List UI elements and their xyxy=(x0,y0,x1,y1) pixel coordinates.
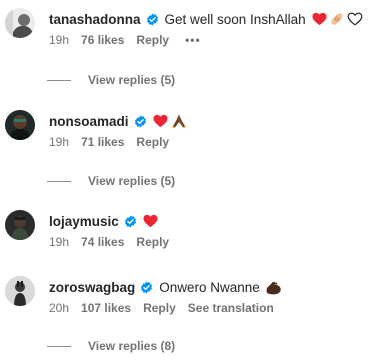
comment-username[interactable]: zoroswagbag xyxy=(49,280,135,295)
avatar[interactable] xyxy=(5,110,35,140)
comment-username[interactable]: lojaymusic xyxy=(49,214,119,229)
replies-divider xyxy=(47,345,71,347)
view-replies-button[interactable]: View replies (8) xyxy=(47,339,175,353)
reply-button[interactable]: Reply xyxy=(136,135,169,149)
avatar[interactable] xyxy=(5,210,35,240)
replies-divider xyxy=(47,79,71,81)
red-heart-icon xyxy=(312,12,327,26)
reply-button[interactable]: Reply xyxy=(136,33,169,47)
comment-time: 19h xyxy=(49,235,70,249)
verified-badge-icon xyxy=(140,280,153,294)
verified-badge-icon xyxy=(146,12,159,26)
view-replies-label: View replies (8) xyxy=(88,339,176,353)
folded-hands-icon xyxy=(171,113,187,129)
comment-time: 20h xyxy=(49,301,70,315)
comment-likes[interactable]: 76 likes xyxy=(81,33,124,47)
comment-time: 19h xyxy=(49,33,70,47)
flexed-biceps-icon xyxy=(265,280,282,295)
avatar[interactable] xyxy=(5,8,35,38)
red-heart-icon xyxy=(143,214,158,228)
comment-text: Get well soon InshAllah xyxy=(164,11,306,27)
comment-likes[interactable]: 107 likes xyxy=(81,301,131,315)
comment-text: Onwero Nwanne xyxy=(159,279,260,295)
view-replies-button[interactable]: View replies (5) xyxy=(47,73,175,87)
reply-button[interactable]: Reply xyxy=(136,235,169,249)
see-translation-button[interactable]: See translation xyxy=(188,301,274,315)
comment-time: 19h xyxy=(49,135,70,149)
replies-divider xyxy=(47,180,71,182)
view-replies-button[interactable]: View replies (5) xyxy=(47,174,175,188)
comment-likes[interactable]: 74 likes xyxy=(81,235,124,249)
verified-badge-icon xyxy=(124,214,137,228)
verified-badge-icon xyxy=(134,114,147,128)
comment-username[interactable]: tanashadonna xyxy=(49,12,141,27)
comment-username[interactable]: nonsoamadi xyxy=(49,114,129,129)
red-heart-icon xyxy=(152,114,168,128)
view-replies-label: View replies (5) xyxy=(88,73,176,87)
white-heart-icon xyxy=(347,12,363,26)
view-replies-label: View replies (5) xyxy=(88,174,176,188)
more-options-icon[interactable]: ••• xyxy=(185,33,201,47)
reply-button[interactable]: Reply xyxy=(143,301,176,315)
adhesive-bandage-icon xyxy=(329,11,345,27)
comment-likes[interactable]: 71 likes xyxy=(81,135,124,149)
avatar[interactable] xyxy=(5,276,35,306)
